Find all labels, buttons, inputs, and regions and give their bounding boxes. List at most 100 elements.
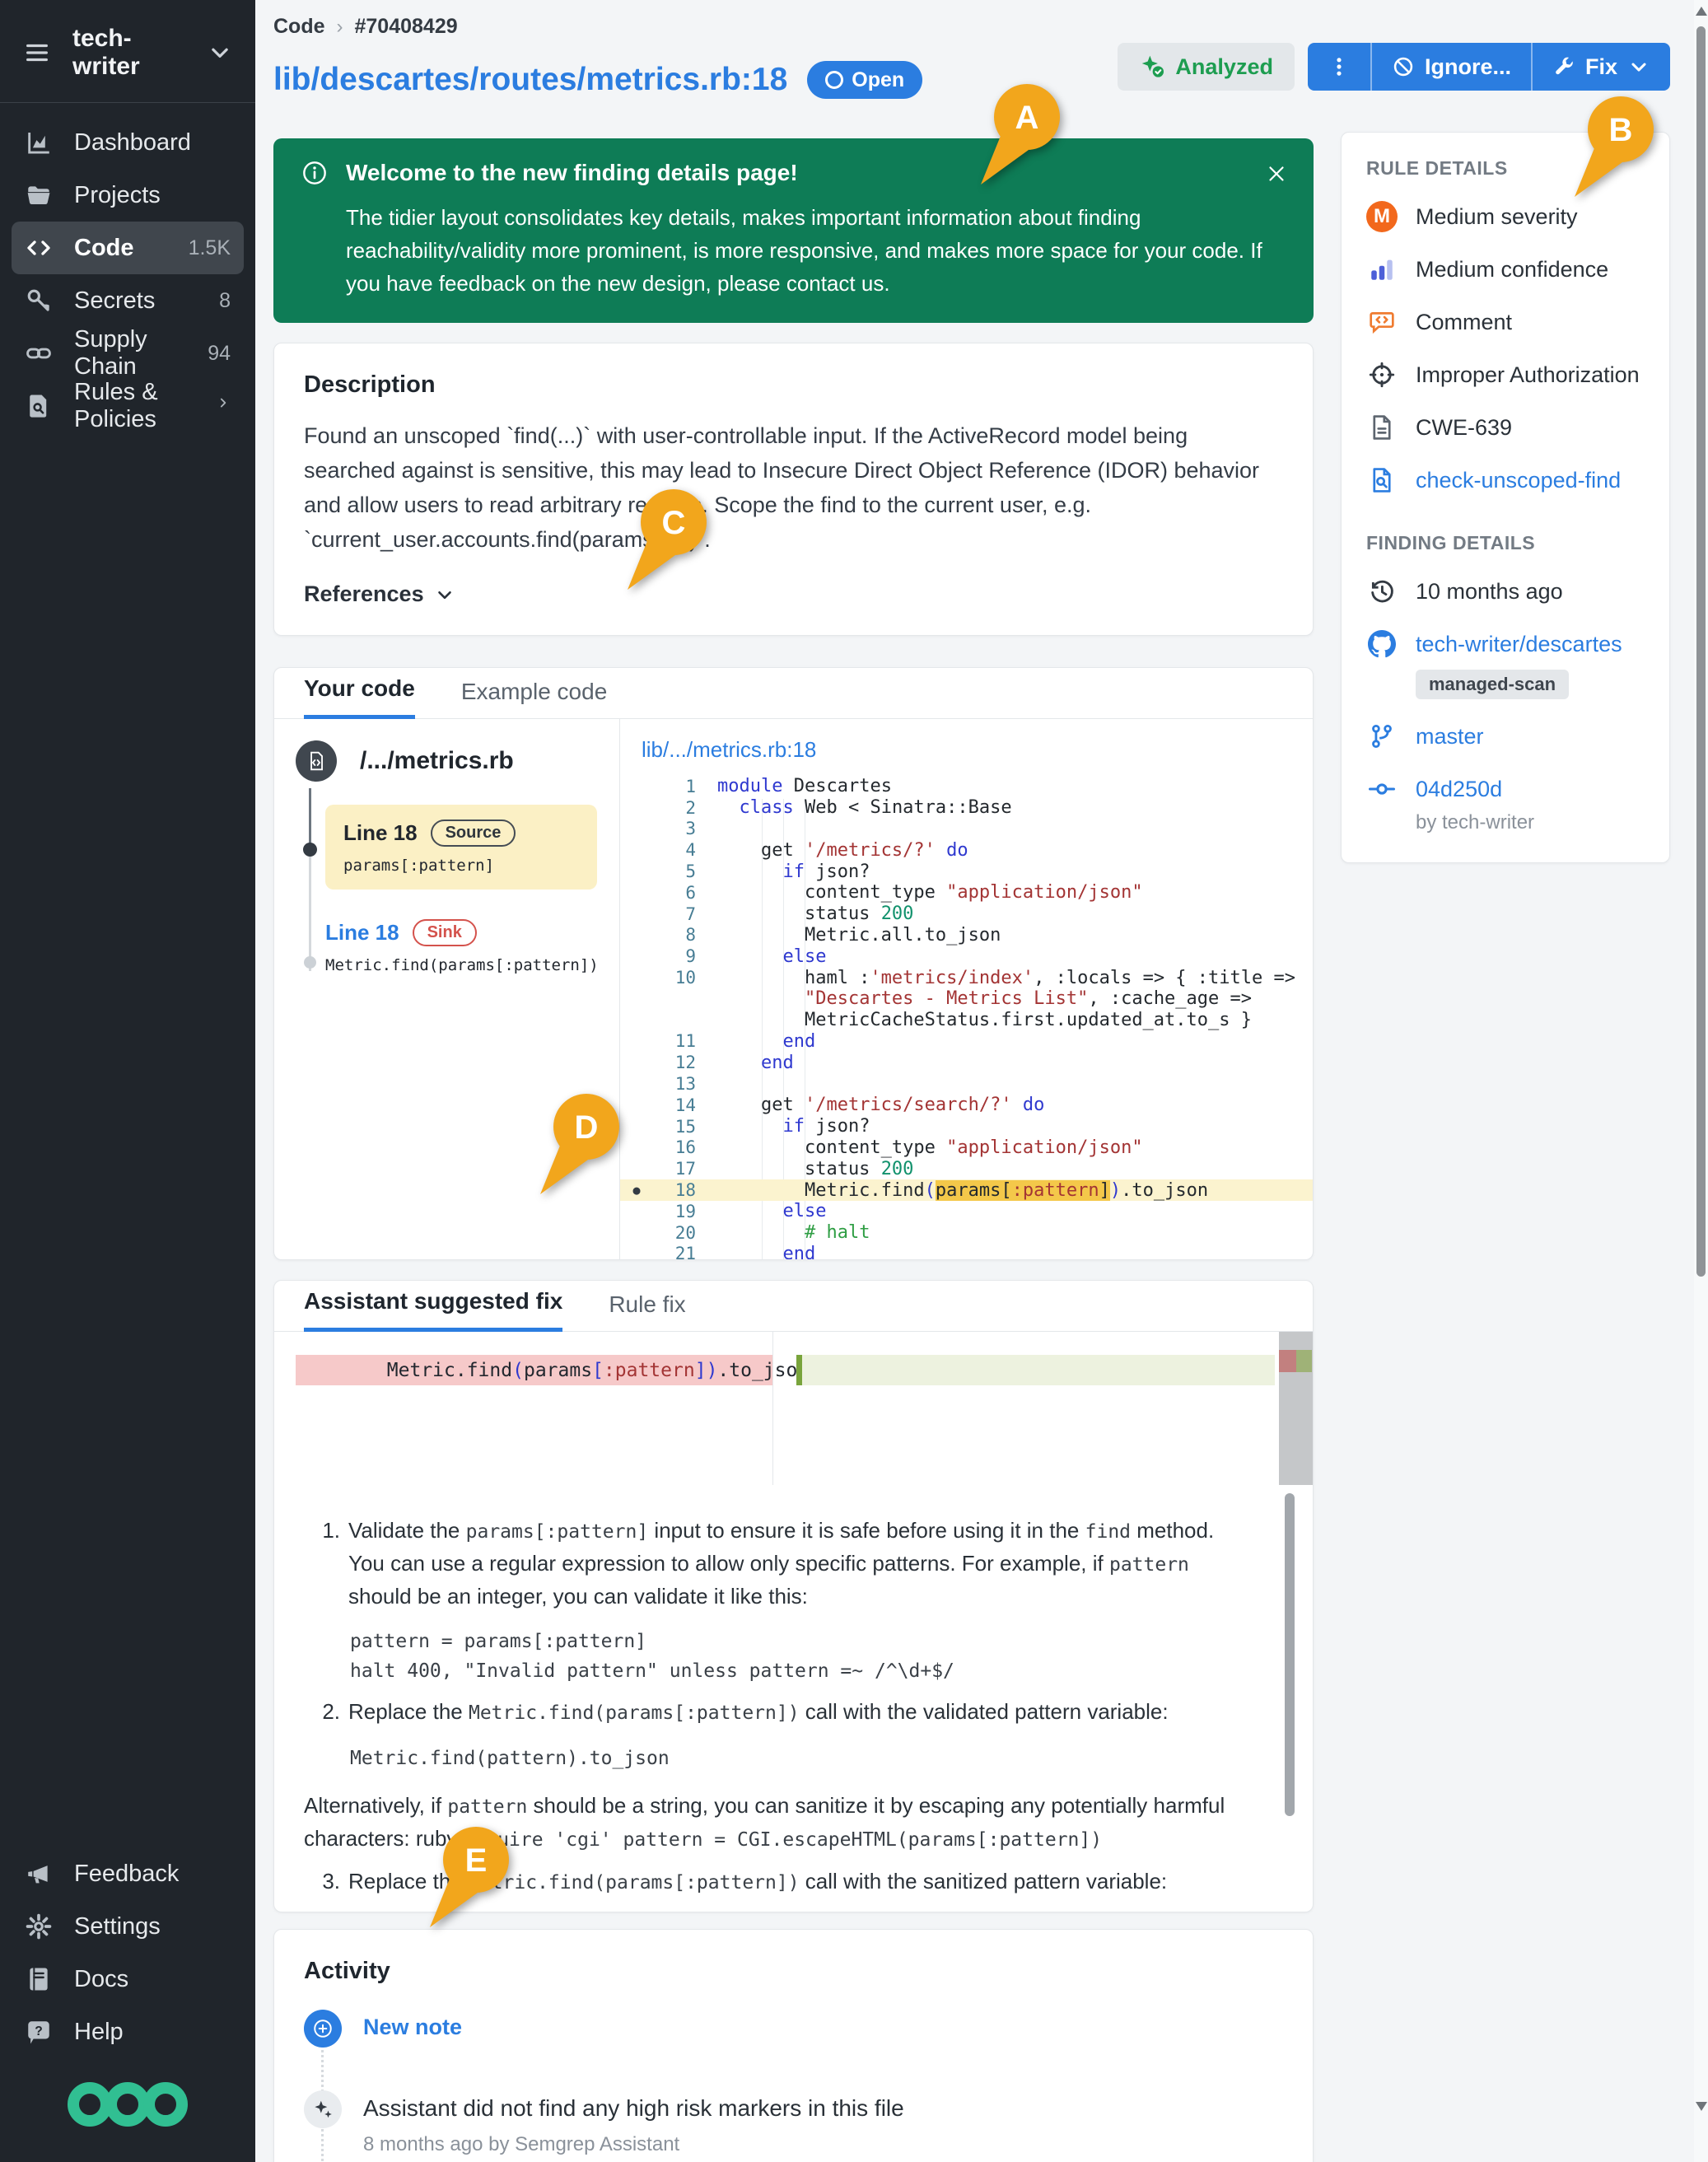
line-number: 18 <box>653 1180 696 1200</box>
description-heading: Description <box>304 371 1283 399</box>
rules-icon <box>25 392 53 420</box>
sidebar-item-help[interactable]: ?Help <box>12 2006 244 2058</box>
description-body: Found an unscoped `find(...)` with user-… <box>304 418 1276 557</box>
line-number: 6 <box>653 883 696 903</box>
detail-label[interactable]: tech-writer/descartes <box>1416 632 1622 657</box>
code-line: 13 <box>620 1073 1313 1095</box>
commit-author: by tech-writer <box>1416 811 1646 834</box>
code-line: 3 <box>620 819 1313 840</box>
finding-details-header: FINDING DETAILS <box>1366 532 1646 554</box>
line-number: 15 <box>653 1117 696 1137</box>
sidebar-item-rules-policies[interactable]: Rules & Policies <box>12 380 244 432</box>
references-toggle[interactable]: References <box>304 581 1283 607</box>
sidebar-footer-nav: FeedbackSettingsDocs?Help <box>0 1834 255 2058</box>
detail-label: Medium severity <box>1416 204 1578 230</box>
trace-file-name: /.../metrics.rb <box>360 747 514 775</box>
trace-connector <box>309 788 311 848</box>
dashboard-icon <box>25 128 53 156</box>
code-line: 10 haml :'metrics/index', :locals => { :… <box>620 967 1313 988</box>
code-line: 11 end <box>620 1031 1313 1053</box>
code-line: 12 end <box>620 1052 1313 1073</box>
line-number: 13 <box>653 1074 696 1094</box>
more-actions-button[interactable] <box>1308 43 1370 91</box>
chevron-down-icon[interactable] <box>208 40 232 65</box>
rule-details-panel: RULE DETAILS MMedium severityMedium conf… <box>1341 132 1670 863</box>
semgrep-logo <box>0 2058 255 2162</box>
sidebar-item-label: Code <box>74 235 134 262</box>
detail-label[interactable]: 04d250d <box>1416 777 1502 802</box>
github-icon <box>1366 628 1398 660</box>
annotation-marker-d: D <box>535 1092 626 1199</box>
detail-row-improper-authorization: Improper Authorization <box>1366 359 1646 390</box>
page-scrollbar[interactable] <box>1694 0 1708 2162</box>
breadcrumb-finding-id: #70408429 <box>355 15 458 39</box>
detail-row-04d250d[interactable]: 04d250d <box>1366 773 1646 805</box>
svg-text:A: A <box>1015 100 1039 136</box>
fix-step: 1.Validate the params[:pattern] input to… <box>304 1515 1255 1612</box>
fix-button[interactable]: Fix <box>1531 43 1670 91</box>
docs-icon <box>25 1965 53 1993</box>
minimap-removed-marker <box>1279 1350 1296 1372</box>
sidebar-item-secrets[interactable]: Secrets8 <box>12 274 244 327</box>
sidebar-item-dashboard[interactable]: Dashboard <box>12 116 244 169</box>
trace-sink-item[interactable]: Line 18 Sink Metric.find(params[:pattern… <box>325 919 600 974</box>
diff-minimap-scrollbar[interactable] <box>1279 1332 1313 1485</box>
scrollbar-thumb[interactable] <box>1696 26 1706 1277</box>
analyzed-button[interactable]: Analyzed <box>1118 43 1295 91</box>
branch-icon <box>1366 721 1398 752</box>
detail-row-10-months-ago: 10 months ago <box>1366 576 1646 607</box>
fix-panel-scrollbar-thumb[interactable] <box>1285 1493 1295 1816</box>
annotation-marker-e: E <box>425 1825 516 1932</box>
line-number: 4 <box>653 840 696 860</box>
sidebar-item-feedback[interactable]: Feedback <box>12 1847 244 1900</box>
projects-icon <box>25 181 53 209</box>
code-line: 7 status 200 <box>620 904 1313 925</box>
hamburger-menu-icon[interactable] <box>23 39 51 67</box>
tab-example-code[interactable]: Example code <box>461 679 607 718</box>
sidebar-item-projects[interactable]: Projects <box>12 169 244 222</box>
activity-text: Assistant did not find any high risk mar… <box>363 2095 904 2122</box>
detail-label[interactable]: master <box>1416 724 1484 749</box>
line-number: 8 <box>653 925 696 945</box>
new-note-link[interactable]: New note <box>363 2015 462 2040</box>
code-icon <box>25 234 53 262</box>
activity-timeline: New note Assistant did not find any high … <box>304 2010 1283 2162</box>
scrollbar-up-arrow-icon[interactable] <box>1696 7 1707 16</box>
trace-source-item[interactable]: Line 18 Source params[:pattern] <box>325 805 597 890</box>
tab-your-code[interactable]: Your code <box>304 675 415 719</box>
sidebar-item-docs[interactable]: Docs <box>12 1953 244 2006</box>
fix-code-snippet: pattern = params[:pattern] halt 400, "In… <box>350 1627 1255 1686</box>
detail-label[interactable]: check-unscoped-find <box>1416 468 1621 493</box>
file-link[interactable]: lib/.../metrics.rb:18 <box>642 737 816 763</box>
tab-assistant-fix[interactable]: Assistant suggested fix <box>304 1288 562 1332</box>
trace-sink-code: Metric.find(params[:pattern]) <box>325 956 600 974</box>
status-badge: Open <box>807 61 922 99</box>
page-title[interactable]: lib/descartes/routes/metrics.rb:18 <box>273 62 787 98</box>
detail-row-check-unscoped-find[interactable]: check-unscoped-find <box>1366 465 1646 496</box>
commit-icon <box>1366 773 1398 805</box>
breadcrumb-section[interactable]: Code <box>273 15 325 39</box>
detail-row-tech-writer-descartes[interactable]: tech-writer/descartes <box>1366 628 1646 660</box>
rule-details-list: MMedium severityMedium confidenceComment… <box>1366 201 1646 496</box>
detail-row-master[interactable]: master <box>1366 721 1646 752</box>
sidebar-item-supply-chain[interactable]: Supply Chain94 <box>12 327 244 380</box>
workspace-switcher[interactable]: tech-writer <box>0 0 255 102</box>
line-number: 20 <box>653 1223 696 1243</box>
fix-code-snippet: Metric.find(pattern).to_json <box>350 1744 1255 1773</box>
activity-item[interactable]: New note <box>304 2010 1283 2048</box>
plus-icon[interactable] <box>304 2010 342 2048</box>
line-number: 12 <box>653 1053 696 1072</box>
ignore-button[interactable]: Ignore... <box>1370 43 1531 91</box>
scrollbar-down-arrow-icon[interactable] <box>1696 2102 1707 2111</box>
tab-rule-fix[interactable]: Rule fix <box>609 1291 685 1331</box>
code-line: 8 Metric.all.to_json <box>620 925 1313 946</box>
banner-body: The tidier layout consolidates key detai… <box>346 201 1268 300</box>
confidence-bars-icon <box>1366 254 1398 285</box>
annotation-marker-a: A <box>976 82 1066 189</box>
breadcrumb: Code › #70408429 <box>273 15 1694 39</box>
trace-node-dot <box>304 956 316 969</box>
close-icon[interactable] <box>1264 161 1289 186</box>
sidebar-item-settings[interactable]: Settings <box>12 1900 244 1953</box>
annotation-marker-b: B <box>1570 95 1660 202</box>
sidebar-item-code[interactable]: Code1.5K <box>12 222 244 274</box>
